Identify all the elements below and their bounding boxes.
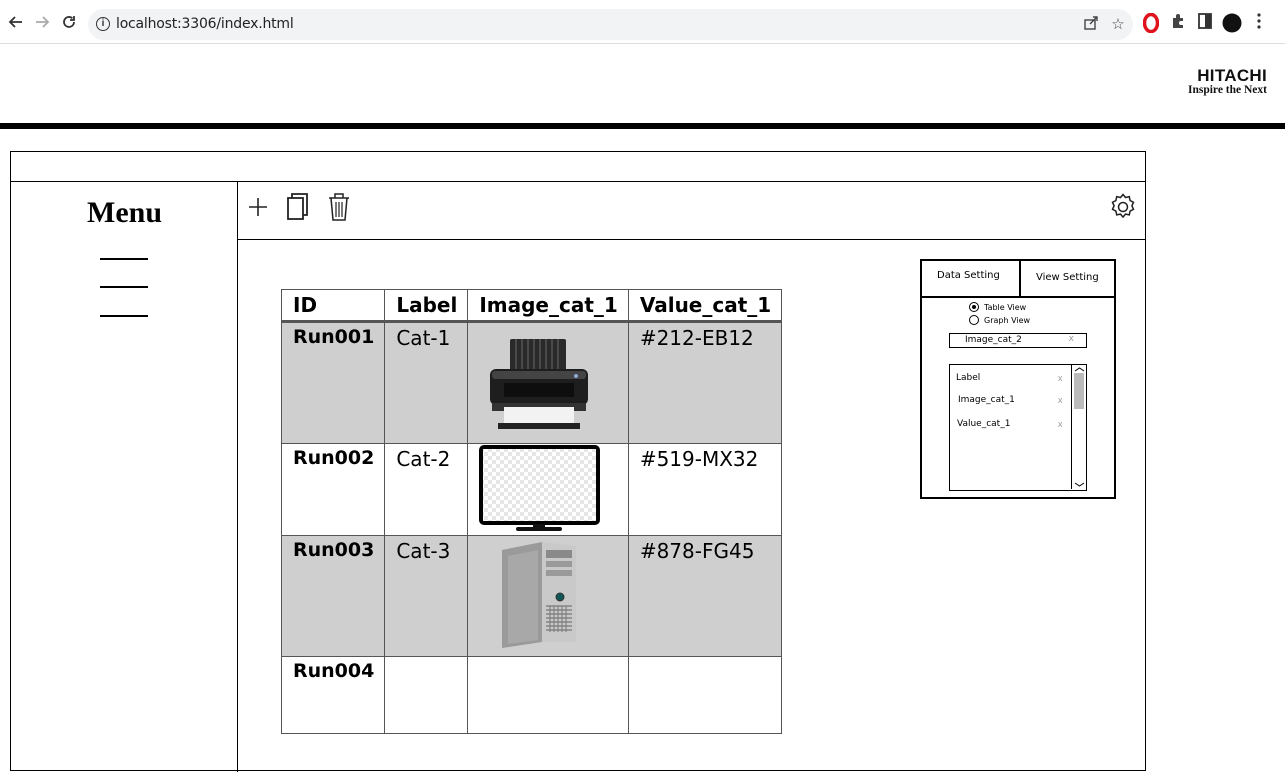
- browser-toolbar: i localhost:3306/index.html ☆: [0, 0, 1285, 44]
- profile-icon[interactable]: [1221, 13, 1243, 35]
- desktop-tower-image: [502, 542, 577, 648]
- scroll-down-icon[interactable]: [1073, 482, 1086, 488]
- address-bar[interactable]: i localhost:3306/index.html ☆: [88, 9, 1133, 40]
- radio-graph-view[interactable]: Graph View: [969, 315, 1030, 325]
- back-icon[interactable]: [5, 11, 27, 33]
- list-item[interactable]: Label: [956, 373, 980, 383]
- printer-image: [490, 339, 589, 429]
- cell-id: Run003: [280, 535, 386, 657]
- cell-id: Run004: [280, 656, 386, 734]
- monitor-image: [479, 445, 601, 531]
- cell-id: Run001: [280, 321, 386, 444]
- settings-icon[interactable]: [1108, 190, 1138, 224]
- opera-icon[interactable]: [1140, 12, 1162, 35]
- url-text[interactable]: localhost:3306/index.html: [116, 16, 294, 32]
- table-row[interactable]: Run002 Cat-2 #519-MX32: [280, 443, 783, 536]
- brand-name: HITACHI: [1197, 66, 1267, 85]
- kebab-menu-icon[interactable]: [1248, 13, 1270, 35]
- reload-icon[interactable]: [58, 11, 80, 33]
- cell-value: #212-EB12: [627, 321, 783, 444]
- scroll-up-icon[interactable]: [1073, 366, 1086, 372]
- cell-image: [467, 656, 629, 734]
- tab-data-setting[interactable]: Data Setting: [922, 261, 1019, 298]
- cell-label: Cat-2: [384, 443, 469, 536]
- radio-table-view[interactable]: Table View: [969, 302, 1026, 312]
- scroll-thumb[interactable]: [1074, 373, 1084, 409]
- toolbar: [238, 182, 1145, 240]
- tab-underline: [922, 296, 1019, 298]
- cell-label: [384, 656, 469, 734]
- remove-item-icon[interactable]: x: [1058, 419, 1063, 429]
- column-header-id[interactable]: ID: [280, 289, 386, 323]
- info-icon[interactable]: i: [96, 17, 110, 31]
- cell-value: #519-MX32: [627, 443, 783, 536]
- cell-image: [467, 535, 629, 657]
- table-header-row: ID Label Image_cat_1 Value_cat_1: [280, 289, 783, 323]
- brand-tagline: Inspire the Next: [1187, 84, 1267, 96]
- radio-selected-icon[interactable]: [969, 302, 979, 312]
- share-icon[interactable]: [1082, 16, 1100, 34]
- remove-item-icon[interactable]: x: [1058, 395, 1063, 405]
- cell-image: [467, 321, 629, 444]
- settings-panel: Data Setting View Setting Table View Gra…: [920, 259, 1116, 499]
- radio-label-table-view: Table View: [984, 302, 1027, 312]
- list-item[interactable]: Value_cat_1: [957, 419, 1010, 429]
- table-row[interactable]: Run004: [280, 656, 783, 734]
- hitachi-logo: HITACHI Inspire the Next: [1188, 67, 1267, 97]
- copy-icon[interactable]: [283, 190, 313, 224]
- table-row[interactable]: Run003 Cat-3 #878-FG45: [280, 535, 783, 657]
- column-field[interactable]: Image_cat_2 x: [949, 333, 1087, 348]
- sidepanel-icon[interactable]: [1194, 13, 1216, 35]
- table-row[interactable]: Run001 Cat-1 #212-EB12: [280, 321, 783, 444]
- column-header-label[interactable]: Label: [384, 289, 469, 323]
- data-table: ID Label Image_cat_1 Value_cat_1 Run001 …: [280, 289, 783, 734]
- sidebar: Menu: [11, 182, 238, 772]
- bookmark-star-icon[interactable]: ☆: [1109, 16, 1127, 34]
- cell-image: [467, 443, 629, 536]
- header-divider: [0, 123, 1285, 129]
- cell-id: Run002: [280, 443, 386, 536]
- cell-label: Cat-3: [384, 535, 469, 657]
- remove-item-icon[interactable]: x: [1058, 373, 1063, 383]
- radio-unselected-icon[interactable]: [969, 315, 979, 325]
- delete-icon[interactable]: [324, 190, 354, 224]
- list-scrollbar[interactable]: [1071, 365, 1086, 489]
- column-header-image[interactable]: Image_cat_1: [467, 289, 629, 323]
- clear-field-icon[interactable]: x: [1069, 334, 1074, 344]
- forward-icon[interactable]: [31, 11, 53, 33]
- column-field-value[interactable]: Image_cat_2: [965, 335, 1022, 345]
- radio-label-graph-view: Graph View: [984, 315, 1031, 325]
- cell-value: [627, 656, 783, 734]
- top-strip: [11, 152, 1145, 182]
- cell-value: #878-FG45: [627, 535, 783, 657]
- menu-title: Menu: [87, 196, 162, 229]
- column-list: Label x Image_cat_1 x Value_cat_1 x: [949, 364, 1087, 491]
- extensions-icon[interactable]: [1167, 13, 1189, 35]
- tab-view-setting[interactable]: View Setting: [1019, 261, 1116, 298]
- cell-label: Cat-1: [384, 321, 469, 444]
- add-icon[interactable]: [243, 190, 273, 224]
- list-item[interactable]: Image_cat_1: [958, 395, 1015, 405]
- column-header-value[interactable]: Value_cat_1: [627, 289, 783, 323]
